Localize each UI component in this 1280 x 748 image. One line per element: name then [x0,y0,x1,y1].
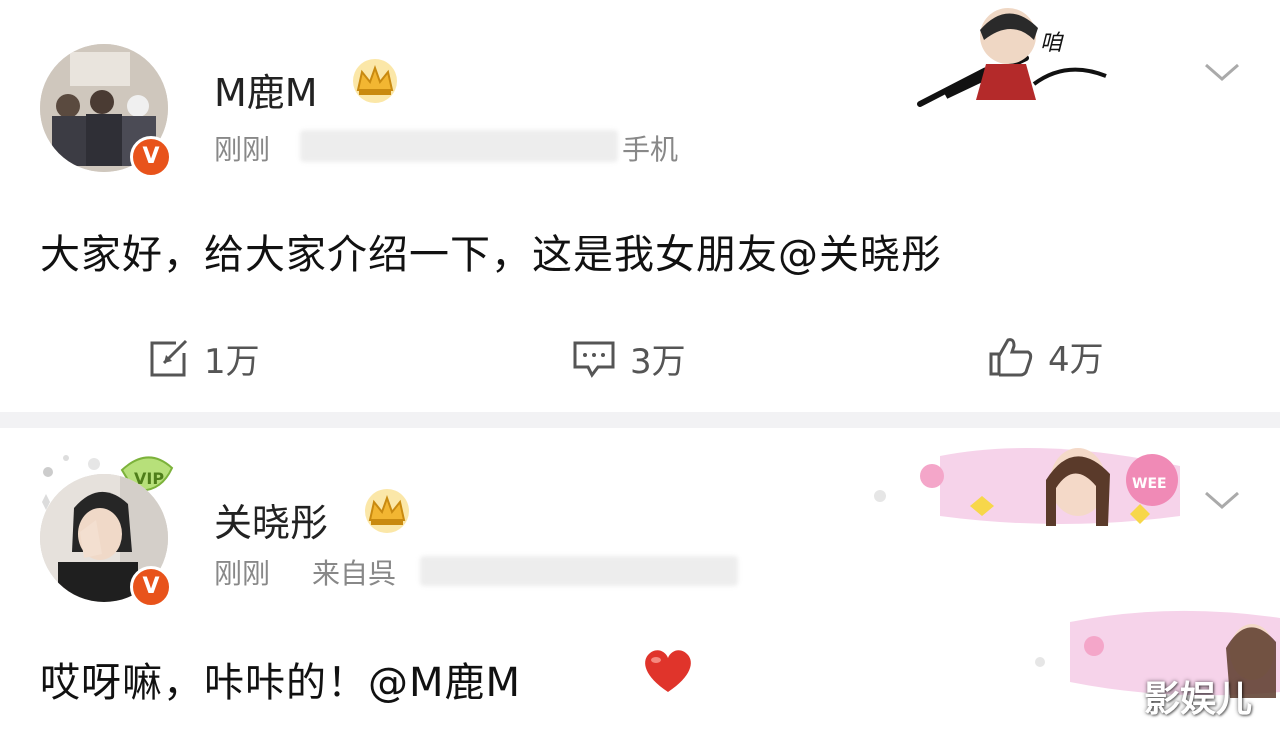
post-time: 刚刚 [214,557,271,590]
svg-text:咱: 咱 [1040,31,1064,56]
chevron-down-icon[interactable] [1204,490,1240,510]
post-source: 手机 [622,133,679,166]
like-icon [989,337,1033,376]
repost-button[interactable]: 1万 [148,334,260,383]
verified-icon: V [130,136,172,178]
crown-icon [365,489,409,533]
post-time: 刚刚 [214,133,271,166]
username[interactable]: M鹿M [214,62,318,117]
verified-icon: V [130,566,172,608]
comment-card: VIP V 关晓彤 刚刚 来自呉 WEE 哎呀嘛，咔咔的！@M鹿M [0,428,1280,748]
separator [0,412,1280,428]
post-card: V M鹿M 刚刚 手机 咱 大家好，给大家介绍一下，这是我女朋友@关晓彤 1万 [0,0,1280,412]
repost-icon [150,339,188,376]
heart-icon [645,650,691,692]
repost-count: 1万 [204,342,260,382]
chevron-down-icon[interactable] [1204,62,1240,82]
post-text-body: 哎呀嘛，咔咔的！@M鹿M [40,660,522,706]
post-text: 哎呀嘛，咔咔的！@M鹿M [40,650,521,708]
post-source: 来自呉 [312,557,397,590]
like-button[interactable]: 4万 [988,332,1104,381]
watermark: 影娱儿 [1143,679,1252,720]
card-decoration: WEE [874,448,1180,526]
comment-icon [573,341,615,378]
blurred-source [300,130,618,162]
svg-text:WEE: WEE [1132,476,1167,492]
comment-button[interactable]: 3万 [572,334,686,383]
card-decoration: 咱 [917,8,1107,107]
comment-count: 3万 [630,342,686,382]
crown-icon [353,59,397,103]
username[interactable]: 关晓彤 [214,492,328,547]
blurred-source [420,556,738,586]
like-count: 4万 [1048,340,1104,380]
post-text: 大家好，给大家介绍一下，这是我女朋友@关晓彤 [40,232,942,278]
